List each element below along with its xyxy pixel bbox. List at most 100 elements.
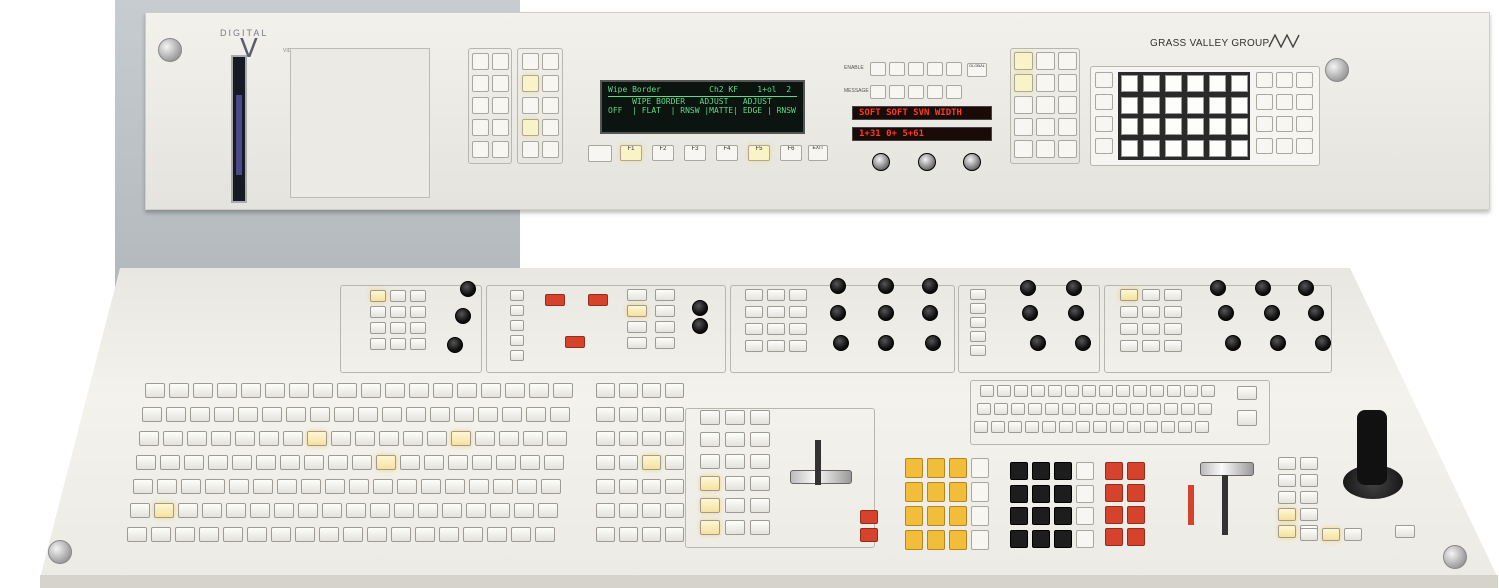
mask-key[interactable] (970, 317, 986, 328)
transition-key[interactable] (655, 337, 675, 349)
crosspoint-key[interactable] (490, 503, 510, 518)
crosspoint-key[interactable] (355, 431, 375, 446)
crosspoint-key[interactable] (157, 479, 177, 494)
bus-mode-key[interactable] (596, 503, 615, 518)
keyboard-key[interactable] (980, 385, 994, 397)
crosspoint-key[interactable] (541, 479, 561, 494)
knob-icon[interactable] (692, 318, 708, 334)
black-key[interactable] (1054, 462, 1072, 480)
effects-key[interactable] (1058, 140, 1077, 158)
message-key[interactable] (946, 85, 962, 99)
knob-icon[interactable] (922, 278, 938, 294)
keyboard-key[interactable] (1031, 385, 1045, 397)
knob-icon[interactable] (1068, 305, 1084, 321)
fader-key[interactable] (750, 476, 770, 491)
menu-key[interactable] (522, 97, 539, 114)
crosspoint-key[interactable] (469, 479, 489, 494)
menu-key[interactable] (472, 53, 489, 70)
crosspoint-key[interactable] (397, 479, 417, 494)
wipe-pattern-icon[interactable] (1209, 75, 1226, 92)
black-key[interactable] (1032, 529, 1050, 548)
crosspoint-key[interactable] (235, 431, 255, 446)
fader-key[interactable] (750, 520, 770, 535)
crosspoint-key[interactable] (178, 503, 198, 518)
crosspoint-key[interactable] (271, 527, 291, 542)
key-module-key[interactable] (789, 306, 807, 318)
crosspoint-key[interactable] (238, 407, 258, 422)
crosspoint-key[interactable] (550, 407, 570, 422)
effects-key[interactable] (1014, 96, 1033, 114)
crosspoint-key[interactable] (493, 479, 513, 494)
joystick-key[interactable] (1278, 474, 1296, 487)
crosspoint-key[interactable] (280, 455, 300, 470)
wipe-pattern-icon[interactable] (1187, 139, 1204, 157)
enable-key[interactable] (946, 62, 962, 76)
menu-key[interactable] (542, 53, 559, 70)
keyboard-key[interactable] (1144, 421, 1158, 433)
fader-key[interactable] (750, 498, 770, 513)
keyboard-key[interactable] (1093, 421, 1107, 433)
crosspoint-key[interactable] (232, 455, 252, 470)
yellow-key[interactable] (905, 506, 923, 526)
menu-key[interactable] (492, 119, 509, 136)
knob-icon[interactable] (1255, 280, 1271, 296)
bus-mode-key[interactable] (619, 383, 638, 398)
fader-key[interactable] (725, 476, 745, 491)
joystick-key[interactable] (1300, 491, 1318, 504)
menu-key[interactable] (472, 119, 489, 136)
wipe-pattern-icon[interactable] (1121, 96, 1138, 114)
matte-key[interactable] (390, 338, 406, 350)
menu-key[interactable] (492, 53, 509, 70)
red-key[interactable] (1127, 462, 1145, 480)
wipe-key[interactable] (510, 350, 524, 361)
x-key[interactable] (1300, 528, 1318, 541)
keyboard-key[interactable] (1011, 403, 1025, 415)
crosspoint-key[interactable] (544, 455, 564, 470)
red-key[interactable] (1105, 506, 1123, 524)
knob-icon[interactable] (1298, 280, 1314, 296)
bus-mode-key[interactable] (665, 431, 684, 446)
black-key[interactable] (1076, 484, 1094, 503)
knob-icon[interactable] (1075, 335, 1091, 351)
effects-key[interactable] (1036, 96, 1055, 114)
keyboard-key[interactable] (1079, 403, 1093, 415)
crosspoint-key[interactable] (229, 479, 249, 494)
knob-icon[interactable] (878, 335, 894, 351)
fader-key[interactable] (725, 432, 745, 447)
fader-key[interactable] (750, 410, 770, 425)
wipe-pattern-icon[interactable] (1165, 139, 1182, 157)
message-key[interactable] (889, 85, 905, 99)
knob-icon[interactable] (830, 305, 846, 321)
menu-key[interactable] (542, 141, 559, 158)
crosspoint-key[interactable] (328, 455, 348, 470)
menu-key[interactable] (522, 119, 539, 136)
bus-mode-key[interactable] (665, 407, 684, 422)
crosspoint-key[interactable] (331, 431, 351, 446)
bus-mode-key[interactable] (642, 455, 661, 470)
effects-key[interactable] (1058, 118, 1077, 136)
wipe-pattern-icon[interactable] (1187, 118, 1204, 135)
crosspoint-key[interactable] (256, 455, 276, 470)
knob-icon[interactable] (833, 335, 849, 351)
matte-key[interactable] (370, 338, 386, 350)
crosspoint-key[interactable] (130, 503, 150, 518)
fader-key[interactable] (700, 432, 720, 447)
wipe-side-key[interactable] (1095, 116, 1113, 132)
black-key[interactable] (1076, 507, 1094, 525)
keyboard-key[interactable] (1062, 403, 1076, 415)
crosspoint-key[interactable] (478, 407, 498, 422)
message-key[interactable] (927, 85, 943, 99)
keyboard-key[interactable] (974, 421, 988, 433)
yellow-key[interactable] (949, 506, 967, 526)
menu-key[interactable] (542, 119, 559, 136)
crosspoint-key[interactable] (223, 527, 243, 542)
keyboard-key[interactable] (1045, 403, 1059, 415)
wipe-mod-key[interactable] (1276, 138, 1293, 154)
crosspoint-key[interactable] (139, 431, 159, 446)
bus-mode-key[interactable] (596, 407, 615, 422)
bus-mode-key[interactable] (642, 527, 661, 542)
transition-key[interactable] (627, 337, 647, 349)
key-module-key[interactable] (745, 323, 763, 335)
crosspoint-key[interactable] (475, 431, 495, 446)
red-key[interactable] (1105, 462, 1123, 480)
